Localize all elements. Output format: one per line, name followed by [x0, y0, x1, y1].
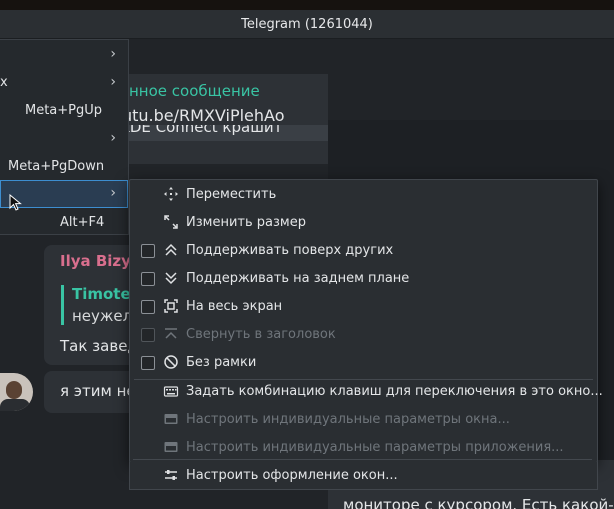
- message-bubble-self[interactable]: я этим не: [44, 371, 136, 413]
- checkbox[interactable]: [141, 356, 155, 370]
- menu-item-window-rules[interactable]: Настроить индивидуальные параметры окна.…: [130, 406, 597, 434]
- link-preview-title: KDE Connect крашит: [120, 125, 283, 136]
- menu-item-label: Поддерживать на заднем плане: [186, 271, 410, 286]
- chevron-right-icon: ›: [110, 46, 116, 62]
- message-text: Так завед: [60, 337, 138, 355]
- menu-item-shade[interactable]: Свернуть в заголовок: [130, 321, 597, 349]
- avatar-head: [6, 381, 22, 399]
- quote-text: неужел: [72, 307, 133, 325]
- menu-item-label: Настроить индивидуальные параметры окна.…: [186, 412, 510, 427]
- menu-item-label: На весь экран: [186, 299, 283, 314]
- menu-item-shortcut: Meta+PgUp: [25, 103, 103, 118]
- checkbox[interactable]: [141, 244, 155, 258]
- message-text: я этим не: [60, 382, 136, 400]
- menu-item-label: Свернуть в заголовок: [186, 327, 336, 342]
- menu-item-2[interactable]: x ›: [0, 69, 128, 97]
- no-border-icon: [164, 355, 178, 369]
- keyboard-icon: [163, 386, 179, 397]
- forwarded-message-bubble[interactable]: нное сообщение utu.be/RMXViPlehAo: [118, 74, 328, 164]
- more-actions-submenu: Переместить Изменить размер Поддерживать…: [129, 179, 603, 463]
- menu-item-shortcut: Alt+F4: [60, 215, 105, 230]
- menu-item-set-shortcut[interactable]: Задать комбинацию клавиш для переключени…: [130, 378, 603, 406]
- menu-separator: [133, 459, 592, 460]
- chevron-right-icon: ›: [110, 185, 116, 201]
- app-settings-icon: [164, 442, 178, 452]
- desktop-background: [0, 0, 614, 10]
- menu-item-move[interactable]: Переместить: [130, 181, 597, 209]
- mouse-cursor-icon: [9, 194, 22, 211]
- move-icon: [164, 187, 178, 201]
- window-settings-icon: [164, 414, 178, 424]
- checkbox[interactable]: [141, 300, 155, 314]
- checkbox[interactable]: [141, 328, 155, 342]
- menu-item-keep-below[interactable]: Поддерживать на заднем плане: [130, 265, 597, 293]
- chevron-right-icon: ›: [110, 74, 116, 90]
- menu-item-shortcut: Meta+PgDown: [8, 159, 105, 174]
- menu-item-3[interactable]: Meta+PgUp: [0, 97, 128, 125]
- keep-below-icon: [165, 272, 177, 285]
- chevron-right-icon: ›: [110, 130, 116, 146]
- menu-item-fullscreen[interactable]: На весь экран: [130, 293, 597, 321]
- shade-icon: [165, 328, 177, 339]
- quote-bar: [61, 285, 64, 325]
- window-titlebar[interactable]: Telegram (1261044): [0, 10, 614, 39]
- quote-author: Timotе: [72, 285, 131, 303]
- avatar[interactable]: [0, 373, 33, 411]
- menu-item-label: Переместить: [186, 187, 277, 202]
- avatar-body: [0, 399, 30, 411]
- forwarded-label: нное сообщение: [129, 82, 260, 100]
- menu-item-label: x: [0, 75, 8, 90]
- menu-item-close[interactable]: Alt+F4: [0, 209, 128, 237]
- fullscreen-icon: [164, 299, 178, 313]
- link-preview-strip[interactable]: KDE Connect крашит: [120, 125, 328, 141]
- window-title: Telegram (1261044): [241, 16, 373, 32]
- menu-item-5[interactable]: Meta+PgDown: [0, 153, 128, 181]
- menu-item-label: Без рамки: [186, 355, 257, 370]
- forwarded-link[interactable]: utu.be/RMXViPlehAo: [122, 106, 284, 125]
- menu-item-resize[interactable]: Изменить размер: [130, 209, 597, 237]
- menu-item-label: Изменить размер: [186, 215, 306, 230]
- keep-above-icon: [165, 243, 177, 256]
- configure-icon: [165, 470, 177, 480]
- message-text: мониторе с курсором. Есть какой-т: [343, 496, 614, 509]
- menu-item-4[interactable]: ›: [0, 125, 128, 153]
- message-bubble-ilya[interactable]: Ilya Bizya Timotе неужел Так завед: [44, 245, 141, 365]
- menu-item-label: Настроить оформление окон...: [186, 468, 398, 483]
- resize-icon: [164, 215, 178, 229]
- checkbox[interactable]: [141, 272, 155, 286]
- menu-item-label: Задать комбинацию клавиш для переключени…: [186, 384, 603, 399]
- menu-item-label: Настроить индивидуальные параметры прило…: [186, 440, 564, 455]
- menu-item-1[interactable]: ›: [0, 41, 128, 69]
- menu-item-keep-above[interactable]: Поддерживать поверх других: [130, 237, 597, 265]
- menu-item-app-rules[interactable]: Настроить индивидуальные параметры прило…: [130, 434, 597, 462]
- menu-item-no-border[interactable]: Без рамки: [130, 349, 597, 377]
- menu-item-configure-decorations[interactable]: Настроить оформление окон...: [129, 462, 598, 490]
- menu-item-label: Поддерживать поверх других: [186, 243, 394, 258]
